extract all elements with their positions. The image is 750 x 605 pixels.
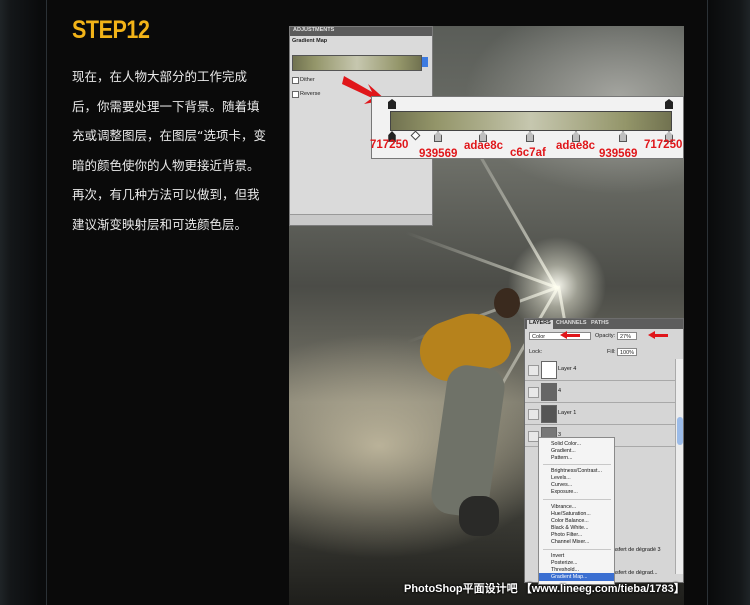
menu-item[interactable]: Invert [551, 553, 564, 559]
menu-item[interactable]: Exposure... [551, 489, 578, 495]
color-stop-icon[interactable] [526, 131, 534, 142]
menu-item[interactable]: Vibrance... [551, 504, 576, 510]
layer-row[interactable]: Layer 4 [525, 359, 675, 381]
tab-channels[interactable]: CHANNELS [556, 320, 587, 326]
tab-layers[interactable]: LAYERS [527, 320, 553, 329]
layer-name: ransfert de dégradé 3 [608, 547, 661, 553]
adjustments-tab[interactable]: ADJUSTMENTS [293, 27, 334, 33]
opacity-stop-icon[interactable] [388, 99, 396, 109]
visibility-toggle-icon[interactable] [528, 365, 539, 376]
stop-label: 717250 [644, 139, 683, 151]
menu-item[interactable]: Solid Color... [551, 441, 581, 447]
menu-item[interactable]: Hue/Saturation... [551, 511, 591, 517]
watermark: PhotoShop平面设计吧 【www.lineeg.com/tieba/178… [404, 583, 685, 595]
color-stop-icon[interactable] [434, 131, 442, 142]
menu-item[interactable]: Photo Filter... [551, 532, 582, 538]
lock-label: Lock: [529, 349, 543, 355]
stop-label: 939569 [599, 148, 638, 160]
fill-label: Fill: [607, 349, 616, 355]
color-stop-icon[interactable] [619, 131, 627, 142]
stop-label: 717250 [370, 139, 409, 151]
step-title: STEP12 [72, 16, 150, 44]
layer-row[interactable]: 4 [525, 381, 675, 403]
gradient-dropdown-icon[interactable] [422, 57, 428, 67]
layer-name: 4 [558, 388, 562, 394]
tab-paths[interactable]: PATHS [591, 320, 609, 326]
gradient-map-label: Gradient Map [292, 38, 328, 44]
stop-label: adae8c [464, 140, 504, 152]
menu-item[interactable]: Channel Mixer... [551, 539, 589, 545]
adjustment-layer-menu: Solid Color... Gradient... Pattern... Br… [538, 437, 615, 585]
opacity-stop-icon[interactable] [665, 99, 673, 109]
menu-item[interactable]: Color Balance... [551, 518, 589, 524]
menu-item[interactable]: Curves... [551, 482, 572, 488]
layer-name: ransfert de dégrad... [608, 570, 658, 576]
menu-item[interactable]: Pattern... [551, 455, 573, 461]
opacity-label: Opacity: [595, 333, 616, 339]
arrow-annotation-icon [560, 331, 580, 339]
reverse-checkbox[interactable] [292, 91, 299, 98]
fill-field[interactable]: 100% [617, 348, 637, 356]
visibility-toggle-icon[interactable] [528, 387, 539, 398]
gradient-bar[interactable] [390, 111, 672, 131]
dither-label: Dither [300, 77, 315, 83]
layer-row[interactable]: Layer 1 [525, 403, 675, 425]
layer-name: Layer 4 [558, 366, 577, 372]
reverse-label: Reverse [300, 91, 321, 97]
instruction-text: 现在，在人物大部分的工作完成后，你需要处理一下背景。随着填充或调整图层，在图层“… [72, 69, 266, 232]
layers-scrollbar[interactable] [675, 359, 683, 574]
menu-item[interactable]: Levels... [551, 475, 571, 481]
stop-label: 939569 [419, 148, 458, 160]
layer-name: Layer 1 [558, 410, 577, 416]
opacity-field[interactable]: 27% [617, 332, 637, 340]
gradient-preview[interactable] [292, 55, 422, 71]
midpoint-icon[interactable] [410, 130, 421, 141]
dither-checkbox[interactable] [292, 77, 299, 84]
stop-label: c6c7af [510, 147, 546, 159]
menu-item[interactable]: Posterize... [551, 560, 578, 566]
menu-item[interactable]: Gradient... [551, 448, 576, 454]
stop-label: adae8c [556, 140, 596, 152]
menu-item[interactable]: Brightness/Contrast... [551, 468, 602, 474]
menu-item[interactable]: Black & White... [551, 525, 588, 531]
arrow-annotation-icon [648, 331, 668, 339]
visibility-toggle-icon[interactable] [528, 409, 539, 420]
adjustments-footer [290, 214, 432, 225]
